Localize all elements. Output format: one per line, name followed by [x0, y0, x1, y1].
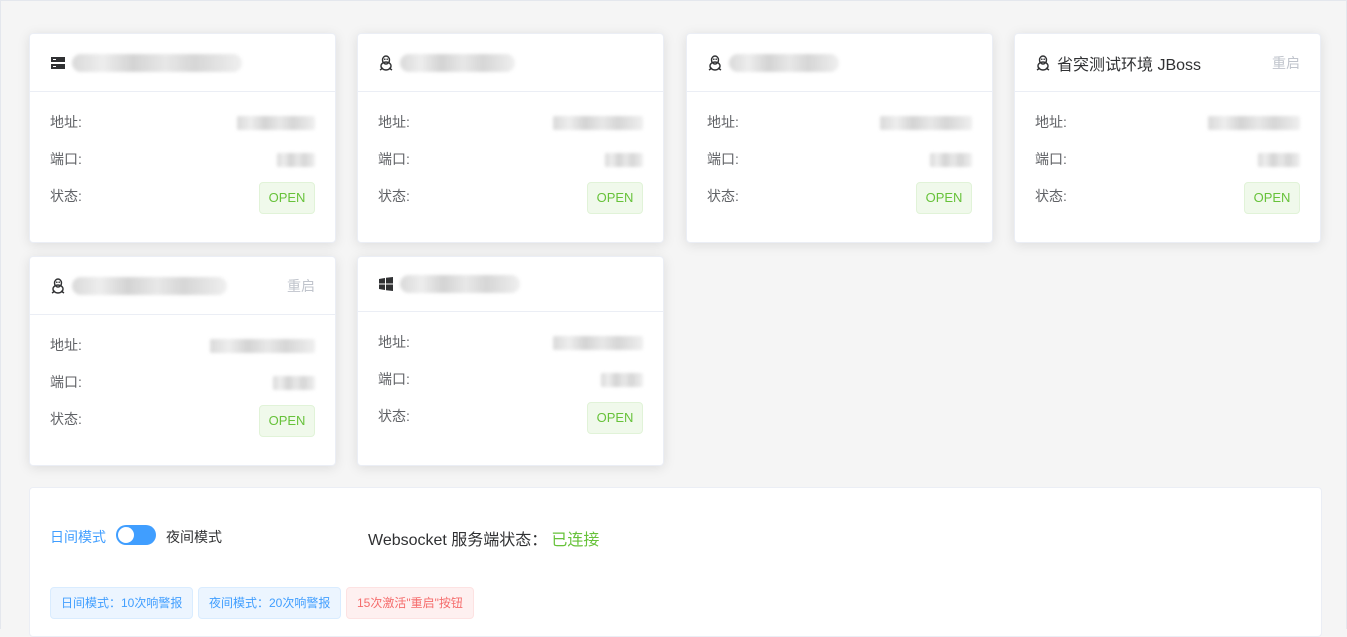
server-card: 重启 地址: 端口: 状态: OPEN [29, 256, 336, 466]
address-row: 地址: [50, 335, 315, 372]
night-mode-label[interactable]: 夜间模式 [166, 527, 222, 547]
address-row: 地址: [707, 112, 972, 149]
status-badge: OPEN [587, 182, 643, 214]
server-card: 地址: 端口: 状态: OPEN [29, 33, 336, 243]
status-label: 状态: [50, 411, 82, 427]
address-label: 地址: [378, 334, 410, 350]
address-value-redacted [880, 116, 972, 130]
address-row: 地址: [378, 332, 643, 369]
restart-button[interactable]: 重启 [1272, 53, 1300, 73]
status-label: 状态: [1035, 188, 1067, 204]
status-badge: OPEN [587, 402, 643, 434]
server-name-redacted [400, 275, 520, 293]
server-name-redacted [729, 53, 839, 72]
card-header [358, 34, 663, 92]
card-title [50, 53, 242, 72]
server-name-redacted [72, 276, 227, 295]
port-label: 端口: [50, 374, 82, 390]
port-label: 端口: [378, 151, 410, 167]
port-row: 端口: [50, 372, 315, 409]
address-row: 地址: [378, 112, 643, 149]
address-row: 地址: [1035, 112, 1300, 149]
card-title [378, 275, 520, 293]
server-card: 省突测试环境 JBoss 重启 地址: 端口: 状态: OPEN [1014, 33, 1321, 243]
port-row: 端口: [50, 149, 315, 186]
address-label: 地址: [50, 114, 82, 130]
server-icon [50, 55, 66, 71]
port-value-redacted [601, 373, 643, 387]
port-row: 端口: [378, 149, 643, 186]
address-label: 地址: [50, 337, 82, 353]
status-badge: OPEN [916, 182, 972, 214]
port-label: 端口: [50, 151, 82, 167]
windows-icon [378, 276, 394, 292]
status-row: 状态: OPEN [378, 182, 643, 223]
address-row: 地址: [50, 112, 315, 149]
status-row: 状态: OPEN [707, 182, 972, 223]
card-title [378, 53, 515, 72]
card-header: 重启 [30, 257, 335, 315]
linux-icon [50, 277, 66, 294]
status-label: 状态: [378, 408, 410, 424]
status-label: 状态: [378, 188, 410, 204]
address-label: 地址: [1035, 114, 1067, 130]
address-label: 地址: [707, 114, 739, 130]
switch-knob [118, 527, 134, 543]
card-title [50, 276, 227, 295]
card-header [358, 257, 663, 312]
port-value-redacted [605, 153, 643, 167]
card-header: 省突测试环境 JBoss 重启 [1015, 34, 1320, 92]
address-value-redacted [1208, 116, 1300, 130]
restart-button[interactable]: 重启 [287, 276, 315, 296]
server-card: 地址: 端口: 状态: OPEN [357, 33, 664, 243]
card-title: 省突测试环境 JBoss [1035, 51, 1201, 75]
address-label: 地址: [378, 114, 410, 130]
linux-icon [1035, 54, 1051, 71]
night-alert-tag: 夜间模式：20次响警报 [198, 587, 342, 619]
status-row: 状态: OPEN [378, 402, 643, 443]
websocket-status-value: 已连接 [551, 532, 600, 549]
status-badge: OPEN [259, 405, 315, 437]
card-title [707, 53, 839, 72]
linux-icon [707, 54, 723, 71]
port-value-redacted [277, 153, 315, 167]
port-label: 端口: [1035, 151, 1067, 167]
websocket-status-label: Websocket 服务端状态： [368, 532, 548, 549]
day-alert-tag: 日间模式：10次响警报 [50, 587, 194, 619]
status-row: 状态: OPEN [50, 182, 315, 223]
address-value-redacted [237, 116, 315, 130]
restart-threshold-tag: 15次激活"重启"按钮 [346, 587, 474, 619]
address-value-redacted [553, 336, 643, 350]
port-label: 端口: [378, 371, 410, 387]
linux-icon [378, 54, 394, 71]
port-value-redacted [273, 376, 315, 390]
status-label: 状态: [707, 188, 739, 204]
control-panel: 日间模式 夜间模式 Websocket 服务端状态： 已连接 日间模式：10次响警… [29, 487, 1322, 637]
server-name: 省突测试环境 JBoss [1057, 56, 1202, 74]
address-value-redacted [210, 339, 315, 353]
address-value-redacted [553, 116, 643, 130]
port-row: 端口: [707, 149, 972, 186]
port-label: 端口: [707, 151, 739, 167]
websocket-status: Websocket 服务端状态： 已连接 [368, 526, 599, 550]
status-label: 状态: [50, 188, 82, 204]
server-name-redacted [72, 53, 242, 72]
port-row: 端口: [378, 369, 643, 406]
server-card: 地址: 端口: 状态: OPEN [357, 256, 664, 466]
card-header [687, 34, 992, 92]
port-value-redacted [930, 153, 972, 167]
server-name-redacted [400, 53, 515, 72]
day-mode-label[interactable]: 日间模式 [50, 527, 106, 547]
status-badge: OPEN [1244, 182, 1300, 214]
card-header [30, 34, 335, 92]
status-row: 状态: OPEN [1035, 182, 1300, 223]
port-value-redacted [1258, 153, 1300, 167]
status-row: 状态: OPEN [50, 405, 315, 446]
status-badge: OPEN [259, 182, 315, 214]
port-row: 端口: [1035, 149, 1300, 186]
server-card: 地址: 端口: 状态: OPEN [686, 33, 993, 243]
day-night-switch[interactable] [116, 525, 156, 545]
